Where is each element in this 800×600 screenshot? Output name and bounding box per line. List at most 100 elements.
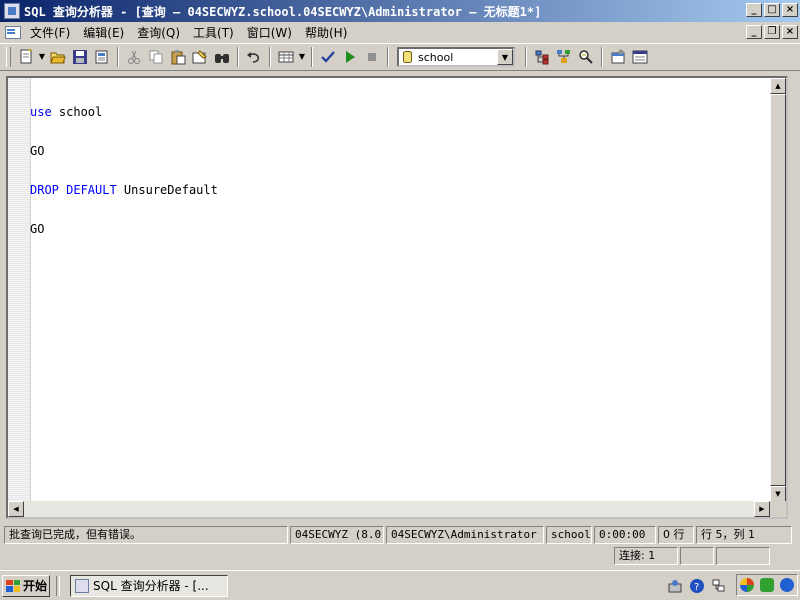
toolbar-separator [117, 47, 119, 67]
menu-file[interactable]: 文件(F) [26, 24, 79, 41]
status-server: 04SECWYZ (8.0) [290, 526, 384, 544]
sql-text: GO [30, 222, 45, 236]
stop-icon[interactable] [361, 46, 383, 68]
menu-help[interactable]: 帮助(H) [301, 24, 356, 41]
minimize-button[interactable]: _ [746, 3, 762, 17]
scrollbar-corner [770, 501, 786, 517]
menu-edit[interactable]: 编辑(E) [79, 24, 133, 41]
doc-restore-button[interactable]: ❐ [764, 25, 780, 39]
start-label: 开始 [23, 579, 48, 593]
cut-icon[interactable] [123, 46, 145, 68]
status-empty-cell [716, 547, 770, 565]
save-icon[interactable] [69, 46, 91, 68]
parse-check-icon[interactable] [317, 46, 339, 68]
load-script-icon[interactable] [91, 46, 113, 68]
status-user: 04SECWYZ\Administrator (51 [386, 526, 544, 544]
show-plan-icon[interactable] [553, 46, 575, 68]
tray-sql-agent-icon[interactable] [760, 578, 774, 592]
maximize-button[interactable]: □ [764, 3, 780, 17]
copy-icon[interactable] [145, 46, 167, 68]
editor-gutter [8, 78, 31, 502]
doc-close-button[interactable]: × [782, 25, 798, 39]
task-label: SQL 查询分析器 - [... [93, 579, 209, 593]
sql-text: school [51, 105, 103, 119]
sql-text: UnsureDefault [116, 183, 218, 197]
code-line: use school [30, 106, 218, 119]
query-document-icon[interactable] [4, 24, 22, 40]
query-editor[interactable]: use school GO DROP DEFAULT UnsureDefault… [6, 76, 788, 519]
status-database: school [546, 526, 592, 544]
results-grid-icon[interactable] [275, 46, 297, 68]
code-line: GO [30, 223, 218, 236]
menu-query[interactable]: 查询(Q) [133, 24, 189, 41]
find-icon[interactable] [211, 46, 233, 68]
sql-server-service-icon[interactable] [667, 578, 683, 594]
options-icon[interactable] [607, 46, 629, 68]
taskbar-separator [56, 575, 60, 596]
toolbar: ▼ ▼ school ▼ [0, 43, 800, 71]
window-controls: _ □ × [744, 3, 798, 17]
vertical-scrollbar[interactable]: ▲ ▼ [770, 78, 786, 502]
scroll-up-icon[interactable]: ▲ [770, 78, 786, 94]
network-icon[interactable] [711, 578, 727, 594]
start-button[interactable]: 开始 [2, 574, 50, 597]
code-line: GO [30, 145, 218, 158]
new-query-icon[interactable] [15, 46, 37, 68]
help-icon[interactable]: ? [689, 578, 705, 594]
execute-icon[interactable] [339, 46, 361, 68]
toolbar-separator [269, 47, 271, 67]
status-message: 批查询已完成，但有错误。 [4, 526, 288, 544]
query-analyzer-app-icon[interactable] [4, 3, 20, 19]
results-mode-dropdown-icon[interactable]: ▼ [297, 46, 307, 68]
tray-extra-icons: ? [664, 578, 730, 594]
toolbar-separator [387, 47, 389, 67]
status-elapsed: 0:00:00 [594, 526, 656, 544]
system-tray [736, 574, 798, 596]
vertical-scroll-thumb[interactable] [770, 94, 786, 486]
scroll-down-icon[interactable]: ▼ [770, 486, 786, 502]
database-select-value: school [418, 50, 454, 64]
status-empty-cell [680, 547, 714, 565]
toolbar-separator [237, 47, 239, 67]
undo-icon[interactable] [243, 46, 265, 68]
status-connections: 连接: 1 [614, 547, 678, 565]
database-icon [403, 51, 412, 63]
scroll-right-icon[interactable]: ▶ [754, 501, 770, 517]
tray-app-icon[interactable] [740, 578, 754, 592]
taskbar-task-query-analyzer[interactable]: SQL 查询分析器 - [... [70, 574, 228, 597]
sql-keyword: use [30, 105, 52, 119]
query-text[interactable]: use school GO DROP DEFAULT UnsureDefault… [30, 80, 218, 262]
status-rows: 0 行 [658, 526, 694, 544]
windows-logo-icon [6, 579, 20, 592]
scroll-left-icon[interactable]: ◀ [8, 501, 24, 517]
code-line: DROP DEFAULT UnsureDefault [30, 184, 218, 197]
database-dropdown-icon[interactable]: ▼ [497, 49, 513, 65]
close-button[interactable]: × [782, 3, 798, 17]
database-select[interactable]: school ▼ [397, 47, 515, 67]
window-title: SQL 查询分析器 - [查询 — 04SECWYZ.school.04SECW… [24, 4, 542, 19]
taskbar: 开始 SQL 查询分析器 - [... ? [0, 570, 800, 600]
query-analyzer-task-icon [75, 578, 89, 593]
horizontal-scrollbar[interactable]: ◀ ▶ [8, 501, 770, 517]
menu-window[interactable]: 窗口(W) [243, 24, 301, 41]
results-pane-icon[interactable] [629, 46, 651, 68]
tray-network-icon[interactable] [780, 578, 794, 592]
svg-text:?: ? [694, 582, 699, 593]
toolbar-separator [601, 47, 603, 67]
new-query-dropdown-icon[interactable]: ▼ [37, 46, 47, 68]
toolbar-separator [525, 47, 527, 67]
status-bar: 批查询已完成，但有错误。 04SECWYZ (8.0) 04SECWYZ\Adm… [0, 525, 800, 545]
open-icon[interactable] [47, 46, 69, 68]
object-browser-icon[interactable] [531, 46, 553, 68]
clear-window-icon[interactable] [189, 46, 211, 68]
paste-icon[interactable] [167, 46, 189, 68]
doc-minimize-button[interactable]: _ [746, 25, 762, 39]
status-spacer [4, 547, 612, 565]
toolbar-grip[interactable] [6, 47, 11, 67]
menu-tools[interactable]: 工具(T) [189, 24, 243, 41]
menu-bar: 文件(F) 编辑(E) 查询(Q) 工具(T) 窗口(W) 帮助(H) _ ❐ … [0, 22, 800, 42]
toolbar-separator [311, 47, 313, 67]
index-tuning-icon[interactable] [575, 46, 597, 68]
title-bar[interactable]: SQL 查询分析器 - [查询 — 04SECWYZ.school.04SECW… [0, 0, 800, 22]
connection-status-bar: 连接: 1 [0, 546, 800, 566]
